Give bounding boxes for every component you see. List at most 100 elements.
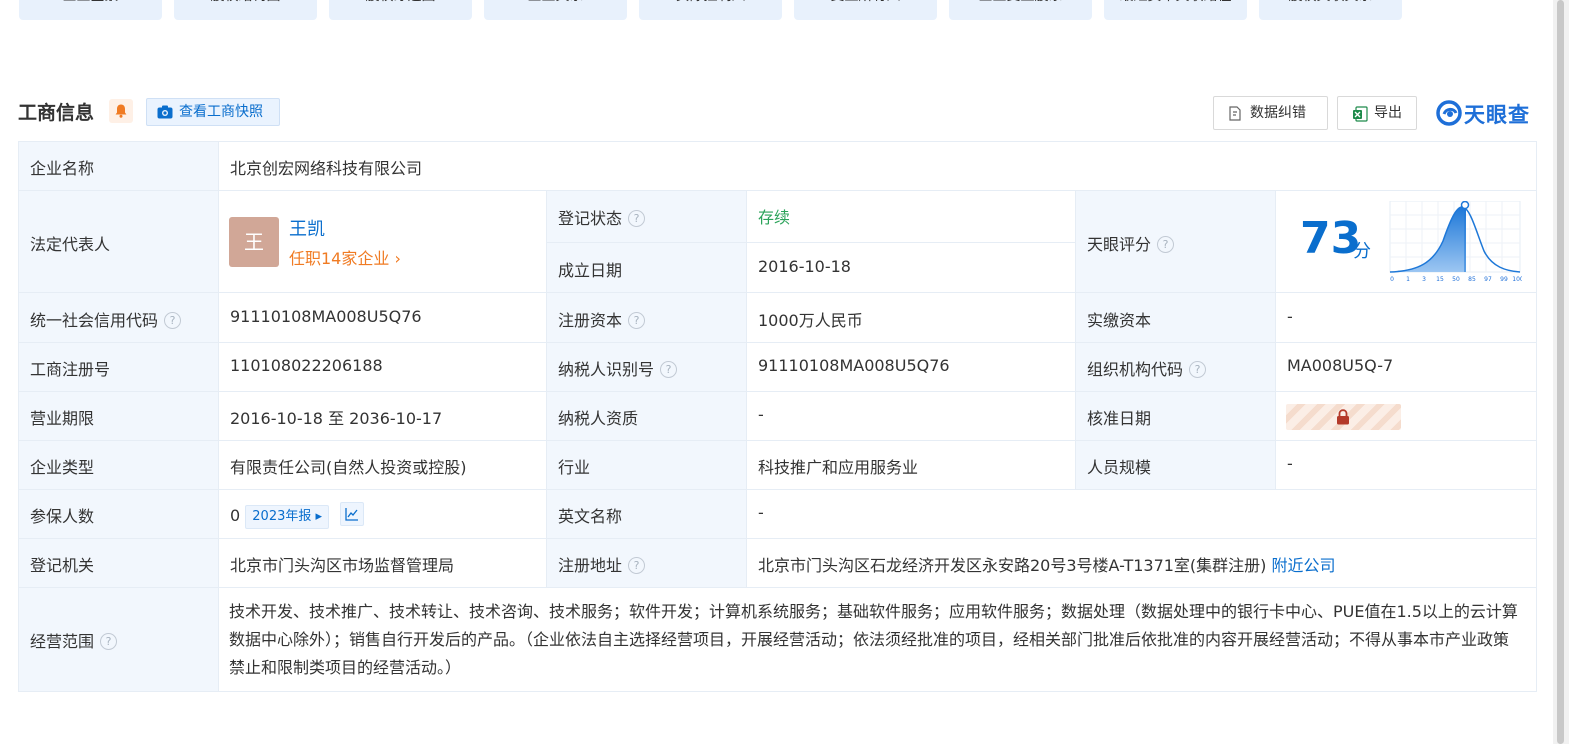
credit-code-value: 91110108MA008U5Q76 xyxy=(230,307,422,326)
tab-capital-path[interactable]: 最短资本关联路径 xyxy=(1104,0,1247,20)
status-label: 登记状态 xyxy=(558,209,623,228)
reg-no-label: 工商注册号 xyxy=(30,360,111,379)
address-value: 北京市门头沟区石龙经济开发区永安路20号3号楼A-T1371室(集群注册) xyxy=(758,556,1267,575)
tab-beneficial-shareholder[interactable]: 企业受益股东 xyxy=(949,0,1092,20)
tab-actual-controller[interactable]: 实际控制人 xyxy=(639,0,782,20)
help-icon[interactable]: ? xyxy=(660,361,678,378)
authority-label: 登记机关 xyxy=(30,556,95,575)
help-icon[interactable]: ? xyxy=(628,557,646,574)
status-label-cell: 登记状态? xyxy=(546,190,747,243)
address-label-cell: 注册地址? xyxy=(546,538,747,588)
legal-rep-label-cell: 法定代表人 xyxy=(18,190,219,293)
reg-capital-label: 注册资本 xyxy=(558,311,623,330)
help-icon[interactable]: ? xyxy=(628,210,646,227)
snapshot-label: 查看工商快照 xyxy=(179,104,263,120)
type-cell: 有限责任公司(自然人投资或控股) xyxy=(218,440,547,490)
avatar[interactable]: 王 xyxy=(229,217,279,267)
export-label: 导出 xyxy=(1374,105,1402,121)
score-distribution-chart: 0 1 3 15 50 85 97 99 100 xyxy=(1389,201,1522,283)
tab-equity-penetration[interactable]: 股权穿透图 xyxy=(329,0,472,20)
industry-label: 行业 xyxy=(558,458,591,477)
trend-chart-icon xyxy=(345,508,359,521)
score-tick: 50 xyxy=(1452,276,1460,283)
taxpayer-id-value: 91110108MA008U5Q76 xyxy=(758,356,950,375)
english-name-cell: - xyxy=(746,489,1537,539)
score-tick: 100 xyxy=(1512,276,1522,283)
data-correction-button[interactable]: 数据纠错 xyxy=(1213,96,1328,130)
taxpayer-qual-label: 纳税人资质 xyxy=(558,409,639,428)
taxpayer-id-label-cell: 纳税人识别号? xyxy=(546,342,747,392)
section-header: 工商信息 查看工商快照 数据纠错 导出 天眼查 xyxy=(18,96,1538,130)
help-icon[interactable]: ? xyxy=(628,312,646,329)
term-label-cell: 营业期限 xyxy=(18,391,219,441)
industry-cell: 科技推广和应用服务业 xyxy=(746,440,1076,490)
taxpayer-qual-cell: - xyxy=(746,391,1076,441)
annual-report-button[interactable]: 2023年报 ▸ xyxy=(245,505,330,529)
tab-relations[interactable]: 企业关系 xyxy=(484,0,627,20)
authority-cell: 北京市门头沟区市场监督管理局 xyxy=(218,538,547,588)
staff-label: 人员规模 xyxy=(1087,458,1152,477)
tab-equity-structure[interactable]: 股权结构图 xyxy=(174,0,317,20)
taxpayer-id-cell: 91110108MA008U5Q76 xyxy=(746,342,1076,392)
founded-value: 2016-10-18 xyxy=(758,257,851,276)
tab-equity-relation[interactable]: 股权关联关系 xyxy=(1259,0,1402,20)
locked-value-button[interactable] xyxy=(1286,404,1401,430)
help-icon[interactable]: ? xyxy=(164,312,182,329)
reg-no-cell: 110108022206188 xyxy=(218,342,547,392)
legal-rep-label: 法定代表人 xyxy=(30,235,111,254)
export-button[interactable]: 导出 xyxy=(1337,96,1417,130)
reg-no-value: 110108022206188 xyxy=(230,356,383,375)
status-value: 存续 xyxy=(758,208,791,227)
insured-value: 0 xyxy=(230,506,241,525)
camera-icon xyxy=(157,105,173,119)
help-icon[interactable]: ? xyxy=(1157,236,1175,253)
data-correction-label: 数据纠错 xyxy=(1250,105,1306,121)
english-name-label-cell: 英文名称 xyxy=(546,489,747,539)
term-label: 营业期限 xyxy=(30,409,95,428)
credit-code-label-cell: 统一社会信用代码? xyxy=(18,292,219,343)
address-label: 注册地址 xyxy=(558,556,623,575)
trend-chart-button[interactable] xyxy=(340,502,365,526)
top-tab-bar: 企业全景 股权结构图 股权穿透图 企业关系 实际控制人 受益所有人 企业受益股东… xyxy=(19,0,1419,20)
scrollbar-thumb[interactable] xyxy=(1557,0,1564,744)
org-code-label-cell: 组织机构代码? xyxy=(1075,342,1276,392)
legal-rep-name[interactable]: 王凯 xyxy=(289,215,325,241)
industry-label-cell: 行业 xyxy=(546,440,747,490)
tab-beneficial-owner[interactable]: 受益所有人 xyxy=(794,0,937,20)
staff-value: - xyxy=(1287,454,1293,473)
org-code-label: 组织机构代码 xyxy=(1087,360,1184,379)
score-cell[interactable]: 73 分 0 1 3 15 50 85 97 99 100 xyxy=(1275,190,1537,293)
address-cell: 北京市门头沟区石龙经济开发区永安路20号3号楼A-T1371室(集群注册) 附近… xyxy=(746,538,1537,588)
term-value: 2016-10-18 至 2036-10-17 xyxy=(230,409,443,428)
legal-rep-companies-link[interactable]: 任职14家企业 › xyxy=(289,245,401,269)
help-icon[interactable]: ? xyxy=(100,633,118,650)
english-name-value: - xyxy=(758,503,764,522)
taxpayer-id-label: 纳税人识别号 xyxy=(558,360,655,379)
approve-date-label: 核准日期 xyxy=(1087,409,1152,428)
score-tick: 3 xyxy=(1422,276,1426,283)
score-tick: 97 xyxy=(1484,276,1492,283)
insured-label: 参保人数 xyxy=(30,507,95,526)
term-cell: 2016-10-18 至 2036-10-17 xyxy=(218,391,547,441)
industry-value: 科技推广和应用服务业 xyxy=(758,458,919,477)
help-icon[interactable]: ? xyxy=(1189,361,1207,378)
tab-panorama[interactable]: 企业全景 xyxy=(19,0,162,20)
taxpayer-qual-label-cell: 纳税人资质 xyxy=(546,391,747,441)
score-tick: 1 xyxy=(1406,276,1410,283)
reg-capital-cell: 1000万人民币 xyxy=(746,292,1076,343)
snapshot-button[interactable]: 查看工商快照 xyxy=(146,98,280,126)
nearby-companies-link[interactable]: 附近公司 xyxy=(1272,556,1336,575)
score-label: 天眼评分 xyxy=(1087,235,1152,254)
founded-label: 成立日期 xyxy=(558,261,623,280)
authority-value: 北京市门头沟区市场监督管理局 xyxy=(230,556,455,575)
legal-rep-cell: 王 王凯 任职14家企业 › xyxy=(218,190,547,293)
founded-cell: 2016-10-18 xyxy=(746,242,1076,293)
eye-logo-icon xyxy=(1436,100,1462,126)
type-label: 企业类型 xyxy=(30,458,95,477)
scope-cell: 技术开发、技术推广、技术转让、技术咨询、技术服务；软件开发；计算机系统服务；基础… xyxy=(218,587,1537,692)
company-name: 北京创宏网络科技有限公司 xyxy=(230,159,423,178)
english-name-label: 英文名称 xyxy=(558,507,623,526)
lock-icon xyxy=(1337,409,1349,425)
credit-code-cell: 91110108MA008U5Q76 xyxy=(218,292,547,343)
follow-bell-button[interactable] xyxy=(109,99,133,123)
